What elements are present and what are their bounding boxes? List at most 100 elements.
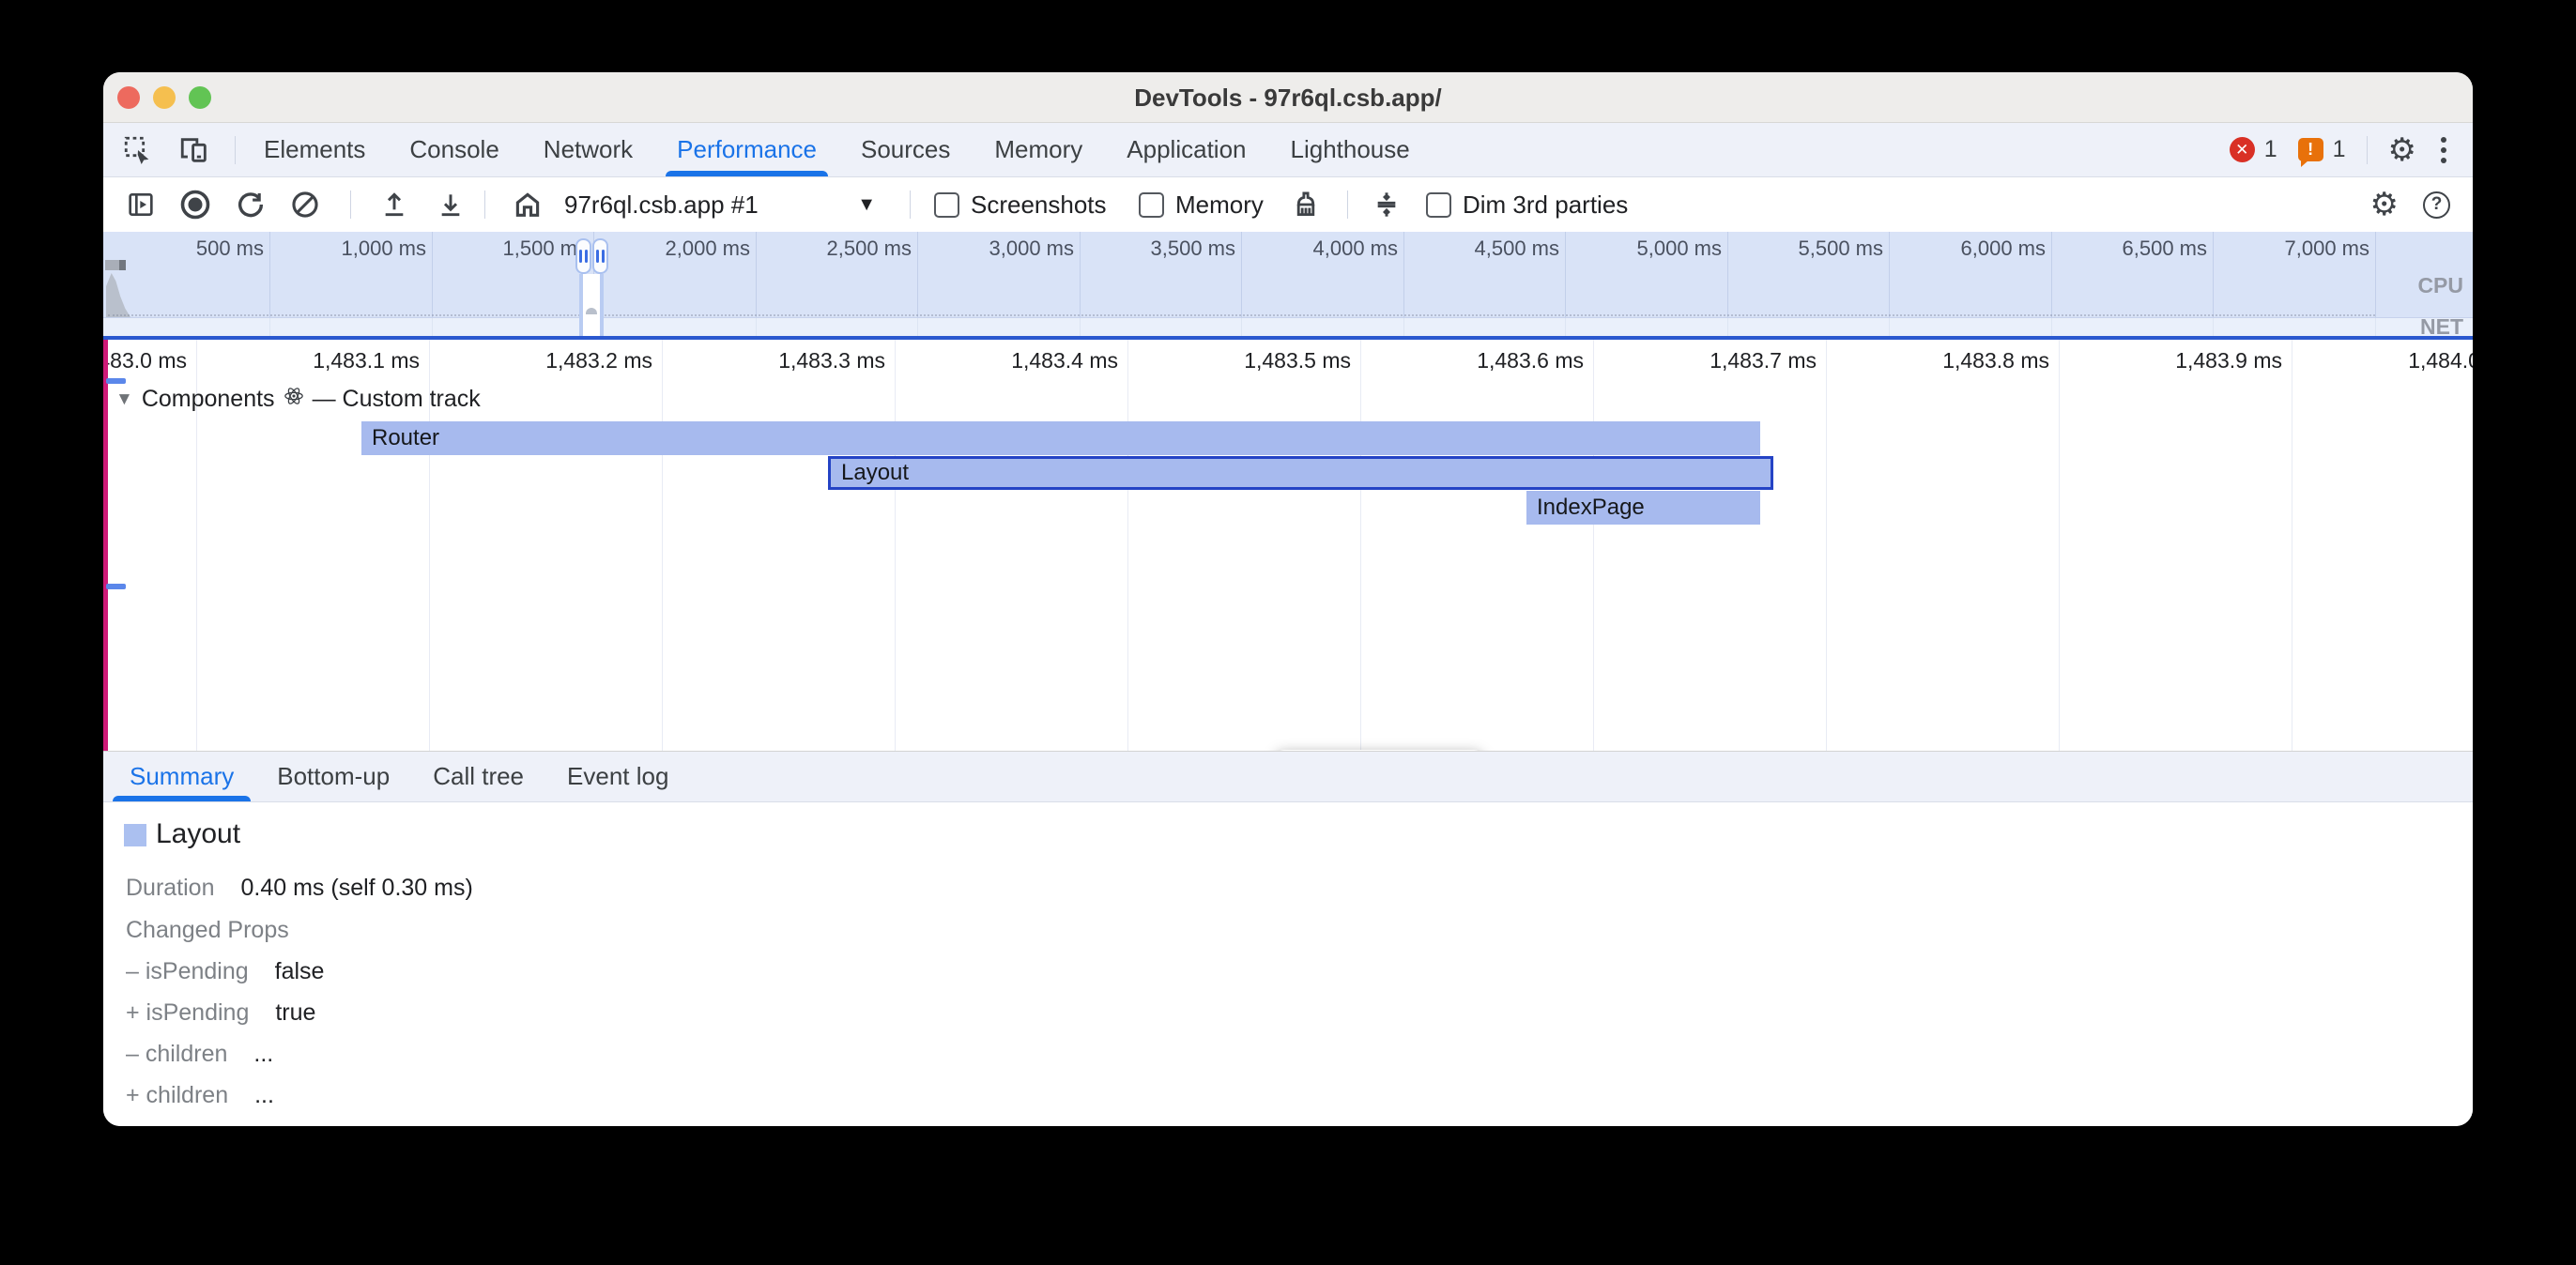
row-label: + isPending [126, 999, 249, 1027]
flame-entry-router[interactable]: Router [361, 421, 1760, 455]
memory-checkbox[interactable] [1139, 192, 1164, 218]
summary-row-children-old: – children ... [126, 1041, 273, 1068]
warning-badge-icon[interactable]: ! [2298, 138, 2323, 161]
summary-row-duration: Duration 0.40 ms (self 0.30 ms) [126, 875, 473, 902]
row-value: 0.40 ms (self 0.30 ms) [241, 875, 473, 902]
warning-count[interactable]: 1 [2333, 136, 2346, 163]
divider [235, 136, 236, 164]
detail-tick: 1,483.4 ms [883, 348, 1118, 373]
tab-network[interactable]: Network [544, 123, 633, 176]
details-tabbar: Summary Bottom-up Call tree Event log [103, 751, 2473, 802]
summary-row-ispending-new: + isPending true [126, 999, 315, 1027]
overview-tick: 5,000 ms [1540, 236, 1722, 261]
flame-entry-label: Layout [841, 460, 909, 485]
overview-tick: 1,500 ms [406, 236, 588, 261]
screenshots-label[interactable]: Screenshots [971, 191, 1107, 220]
shortcuts-dialog-icon[interactable] [1372, 190, 1402, 220]
help-icon[interactable]: ? [2423, 191, 2450, 219]
tab-call-tree[interactable]: Call tree [433, 752, 524, 801]
inspect-element-icon[interactable] [122, 134, 154, 166]
capture-settings-gear-icon[interactable]: ⚙ [2370, 189, 2399, 221]
record-button[interactable] [178, 188, 212, 221]
network-activity-line [108, 314, 2375, 316]
row-label: – children [126, 1041, 227, 1068]
download-profile-icon[interactable] [436, 190, 466, 220]
selection-left-handle[interactable] [575, 238, 591, 274]
detail-tick: 1,483.9 ms [2047, 348, 2282, 373]
detail-gridline [1127, 340, 1128, 751]
row-value: true [275, 999, 315, 1027]
overview-tick: 5,500 ms [1701, 236, 1883, 261]
detail-gridline [895, 340, 896, 751]
overview-tick: 1,000 ms [244, 236, 426, 261]
tab-bottom-up[interactable]: Bottom-up [277, 752, 390, 801]
settings-gear-icon[interactable]: ⚙ [2388, 134, 2416, 166]
overview-tick: 6,500 ms [2025, 236, 2207, 261]
dim-3rd-parties-checkbox[interactable] [1426, 192, 1451, 218]
track-scroll-indicator [106, 584, 126, 589]
tab-event-log[interactable]: Event log [567, 752, 668, 801]
detail-gridline [662, 340, 663, 751]
dim-3rd-parties-label[interactable]: Dim 3rd parties [1463, 191, 1628, 220]
upload-profile-icon[interactable] [379, 190, 409, 220]
selection-right-handle[interactable] [592, 238, 608, 274]
summary-row-changed-props: Changed Props [126, 917, 315, 944]
row-value: ... [253, 1041, 273, 1068]
detail-tick: 1,483.5 ms [1116, 348, 1351, 373]
clear-recording-icon[interactable] [289, 189, 321, 221]
divider [350, 191, 351, 219]
flame-entry-indexpage[interactable]: IndexPage [1526, 491, 1760, 525]
kebab-menu-icon[interactable] [2437, 133, 2450, 167]
device-toolbar-icon[interactable] [178, 134, 210, 166]
summary-title: Layout [156, 818, 240, 850]
screenshots-checkbox[interactable] [934, 192, 959, 218]
net-band [103, 317, 2473, 336]
screenshot-strip-fragment [105, 260, 126, 270]
detail-tick: 1,483.0 ms [103, 348, 187, 373]
flame-entry-label: Router [372, 425, 439, 450]
detail-gridline [1360, 340, 1361, 751]
overview-tick: 3,000 ms [892, 236, 1074, 261]
divider [1347, 191, 1348, 219]
tab-application[interactable]: Application [1127, 123, 1246, 176]
record-and-reload-button[interactable] [235, 189, 267, 221]
detail-tick: 1,483.2 ms [418, 348, 652, 373]
memory-label[interactable]: Memory [1175, 191, 1264, 220]
collect-garbage-icon[interactable] [1290, 189, 1322, 221]
error-badge-icon[interactable]: ✕ [2230, 137, 2255, 162]
detail-tick: 1,483.6 ms [1349, 348, 1584, 373]
overview-tick: 4,500 ms [1377, 236, 1559, 261]
performance-toolbar: 97r6ql.csb.app #1 ▼ Screenshots Memory [103, 177, 2473, 232]
selection-window[interactable] [579, 274, 604, 336]
collapse-triangle-icon[interactable]: ▼ [115, 389, 133, 410]
tab-memory[interactable]: Memory [994, 123, 1082, 176]
row-label: + children [126, 1082, 228, 1109]
detail-tick: 1,483.7 ms [1582, 348, 1817, 373]
home-icon[interactable] [512, 189, 544, 221]
components-track-header[interactable]: ▼ Components — Custom track [115, 386, 481, 413]
flame-chart[interactable]: 1,483.0 ms 1,483.1 ms 1,483.2 ms 1,483.3… [103, 340, 2473, 751]
tab-elements[interactable]: Elements [264, 123, 365, 176]
tab-sources[interactable]: Sources [861, 123, 950, 176]
divider [910, 191, 911, 219]
tab-summary[interactable]: Summary [130, 752, 234, 801]
timeline-overview[interactable]: 500 ms 1,000 ms 1,500 ms 2,000 ms 2,500 … [103, 232, 2473, 336]
flame-entry-layout[interactable]: Layout [828, 456, 1773, 490]
track-scroll-indicator [106, 378, 126, 384]
cpu-label: CPU [2417, 273, 2463, 298]
error-count[interactable]: 1 [2264, 136, 2277, 163]
titlebar: DevTools - 97r6ql.csb.app/ [103, 72, 2473, 123]
divider [2367, 136, 2368, 164]
summary-row-children-new: + children ... [126, 1082, 274, 1109]
toggle-sidebar-icon[interactable] [126, 190, 156, 220]
overview-tick: 7,000 ms [2187, 236, 2369, 261]
tab-performance[interactable]: Performance [677, 123, 817, 176]
summary-row-ispending-old: – isPending false [126, 958, 324, 985]
target-select[interactable]: 97r6ql.csb.app #1 ▼ [564, 191, 876, 220]
tab-lighthouse[interactable]: Lighthouse [1291, 123, 1410, 176]
row-label: – isPending [126, 958, 249, 985]
row-value: ... [254, 1082, 274, 1109]
net-label: NET [2420, 314, 2463, 336]
row-label: Changed Props [126, 917, 289, 944]
tab-console[interactable]: Console [409, 123, 498, 176]
